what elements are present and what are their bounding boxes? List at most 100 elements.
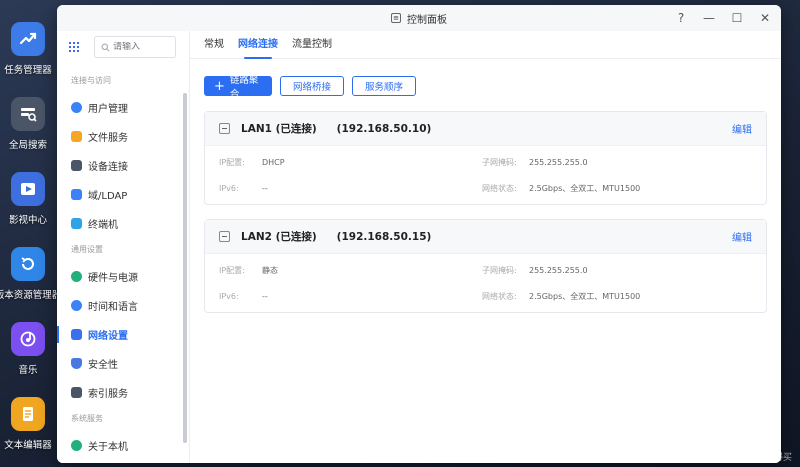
service-order-button[interactable]: 服务顺序 xyxy=(352,76,416,96)
control-panel-app-icon: ≡ xyxy=(391,13,401,23)
sidebar-item-label: 用户管理 xyxy=(88,104,128,115)
ipv6-value: -- xyxy=(262,291,268,301)
sidebar-section-title: 通用设置 xyxy=(71,245,103,254)
sidebar-section-title: 系统服务 xyxy=(71,414,103,423)
watermark: 什么值得买 xyxy=(746,453,792,463)
sidebar-item-network-settings[interactable]: 网络设置 xyxy=(57,320,189,349)
interface-name: LAN1 (已连接) xyxy=(241,123,317,135)
desktop-icon-text-editor[interactable]: 文本编辑器 xyxy=(0,397,56,451)
plus-icon: + xyxy=(214,78,225,94)
hardware-icon xyxy=(71,271,82,282)
sidebar-item-label: 时间和语言 xyxy=(88,302,138,313)
sidebar-item-label: 关于本机 xyxy=(88,442,128,453)
terminal-icon xyxy=(71,218,82,229)
document-icon xyxy=(11,397,45,431)
history-icon xyxy=(11,247,45,281)
subnet-value: 255.255.255.0 xyxy=(529,157,588,167)
sidebar-item-device-connection[interactable]: 设备连接 xyxy=(57,151,189,180)
desktop: 任务管理器 全局搜索 影视中心 版本资源管理器 音乐 文本编辑器 xyxy=(0,0,61,467)
toolbar: + 链路聚合 网络桥接 服务顺序 xyxy=(190,59,781,100)
minimize-icon[interactable]: — xyxy=(703,11,715,25)
sidebar-scrollbar[interactable] xyxy=(183,93,187,443)
ip-config-value: 静态 xyxy=(262,265,278,275)
tab-network-connection[interactable]: 网络连接 xyxy=(238,35,278,59)
sidebar-item-label: 域/LDAP xyxy=(88,191,128,202)
sidebar-section-title: 连接与访问 xyxy=(71,76,111,85)
sidebar-item-file-service[interactable]: 文件服务 xyxy=(57,122,189,151)
interface-ip: (192.168.50.15) xyxy=(336,230,432,243)
network-status-label: 网络状态: xyxy=(482,291,517,301)
desktop-icon-version-explorer[interactable]: 版本资源管理器 xyxy=(0,247,61,301)
ip-config-label: IP配置: xyxy=(219,157,245,167)
ip-config-label: IP配置: xyxy=(219,265,245,275)
sidebar-item-hardware-power[interactable]: 硬件与电源 xyxy=(57,262,189,291)
sidebar-item-terminal[interactable]: 终端机 xyxy=(57,209,189,238)
shield-icon xyxy=(71,358,82,369)
sidebar-item-user-management[interactable]: 用户管理 xyxy=(57,93,189,122)
network-status-value: 2.5Gbps、全双工、MTU1500 xyxy=(529,291,641,301)
tab-bar: 常规 网络连接 流量控制 xyxy=(190,31,781,59)
network-status-label: 网络状态: xyxy=(482,183,517,193)
collapse-icon[interactable] xyxy=(219,231,230,242)
interface-card-lan1: LAN1 (已连接) (192.168.50.10) 编辑 IP配置: DHCP… xyxy=(204,111,767,205)
subnet-label: 子网掩码: xyxy=(482,157,517,167)
sidebar-item-domain-ldap[interactable]: 域/LDAP xyxy=(57,180,189,209)
info-icon xyxy=(71,440,82,451)
ipv6-value: -- xyxy=(262,183,268,193)
subnet-value: 255.255.255.0 xyxy=(529,265,588,275)
network-icon xyxy=(71,329,82,340)
interface-card-header: LAN2 (已连接) (192.168.50.15) 编辑 xyxy=(205,220,766,254)
network-bridge-button[interactable]: 网络桥接 xyxy=(280,76,344,96)
title-bar[interactable]: ≡ 控制面板 ? — ☐ ✕ xyxy=(57,5,781,31)
domain-icon xyxy=(71,189,82,200)
sidebar-item-time-language[interactable]: 时间和语言 xyxy=(57,291,189,320)
link-aggregation-label: 链路聚合 xyxy=(229,75,259,100)
sidebar-item-index-service[interactable]: 索引服务 xyxy=(57,378,189,407)
device-icon xyxy=(71,160,82,171)
user-icon xyxy=(71,102,82,113)
search-icon xyxy=(11,97,45,131)
music-icon xyxy=(11,322,45,356)
edit-link[interactable]: 编辑 xyxy=(732,121,752,136)
sidebar-item-label: 设备连接 xyxy=(88,162,128,173)
chart-trend-icon xyxy=(11,22,45,56)
collapse-icon[interactable] xyxy=(219,123,230,134)
desktop-icon-global-search[interactable]: 全局搜索 xyxy=(0,97,56,151)
app-grid-icon[interactable] xyxy=(69,42,79,52)
desktop-icon-music[interactable]: 音乐 xyxy=(0,322,56,376)
sidebar-item-label: 文件服务 xyxy=(88,133,128,144)
interface-ip: (192.168.50.10) xyxy=(336,122,432,135)
sidebar-item-label: 安全性 xyxy=(88,360,118,371)
sidebar-item-label: 硬件与电源 xyxy=(88,273,138,284)
tab-traffic-control[interactable]: 流量控制 xyxy=(292,35,332,58)
clock-icon xyxy=(71,300,82,311)
link-aggregation-button[interactable]: + 链路聚合 xyxy=(204,75,272,100)
interface-name: LAN2 (已连接) xyxy=(241,231,317,243)
ip-config-value: DHCP xyxy=(262,157,285,167)
search-icon xyxy=(101,43,110,51)
window-controls: ? — ☐ ✕ xyxy=(675,5,771,31)
window-title: 控制面板 xyxy=(407,14,447,26)
sidebar-search xyxy=(94,36,176,58)
main-panel: 常规 网络连接 流量控制 + 链路聚合 网络桥接 服务顺序 LAN1 (已连接)… xyxy=(190,31,781,463)
play-icon xyxy=(11,172,45,206)
desktop-icon-video-center[interactable]: 影视中心 xyxy=(0,172,56,226)
maximize-icon[interactable]: ☐ xyxy=(731,11,743,25)
subnet-label: 子网掩码: xyxy=(482,265,517,275)
control-panel-window: ≡ 控制面板 ? — ☐ ✕ 连接与访问 用户管理 文件服务 xyxy=(57,5,781,463)
folder-icon xyxy=(71,131,82,142)
sidebar-item-about[interactable]: 关于本机 xyxy=(57,431,189,460)
desktop-icon-task-manager[interactable]: 任务管理器 xyxy=(0,22,56,76)
index-icon xyxy=(71,387,82,398)
sidebar-item-label: 索引服务 xyxy=(88,389,128,400)
sidebar-search-input[interactable] xyxy=(113,42,169,52)
network-status-value: 2.5Gbps、全双工、MTU1500 xyxy=(529,183,641,193)
close-icon[interactable]: ✕ xyxy=(759,11,771,25)
help-icon[interactable]: ? xyxy=(675,11,687,25)
sidebar-item-security[interactable]: 安全性 xyxy=(57,349,189,378)
edit-link[interactable]: 编辑 xyxy=(732,229,752,244)
ipv6-label: IPv6: xyxy=(219,291,239,301)
sidebar: 连接与访问 用户管理 文件服务 设备连接 域/LDAP 终端机 通用设置 硬件与… xyxy=(57,31,190,463)
tab-general[interactable]: 常规 xyxy=(204,35,224,58)
interface-card-lan2: LAN2 (已连接) (192.168.50.15) 编辑 IP配置: 静态 子… xyxy=(204,219,767,313)
